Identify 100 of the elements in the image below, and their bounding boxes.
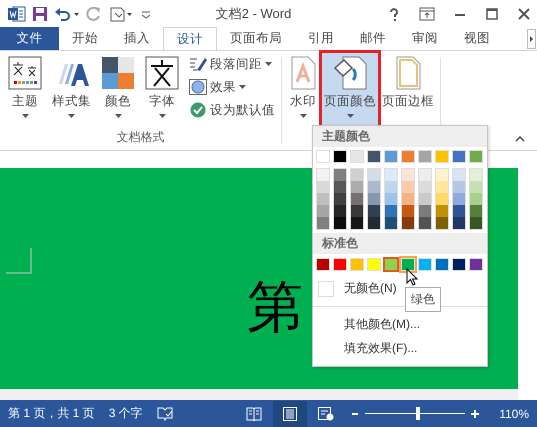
section-header: 标准色 (313, 233, 487, 254)
color-swatch[interactable] (317, 205, 329, 217)
color-swatch[interactable] (436, 169, 448, 181)
effects-icon (189, 79, 207, 95)
menu-item[interactable]: 填充效果(F)... (344, 340, 418, 357)
color-swatch[interactable] (385, 205, 397, 217)
menu-item[interactable]: 其他颜色(M)... (344, 316, 420, 333)
color-swatch[interactable] (402, 181, 414, 193)
color-swatch[interactable] (351, 193, 363, 205)
color-swatch[interactable] (470, 217, 482, 229)
color-swatch[interactable] (334, 169, 346, 181)
color-swatch[interactable] (368, 217, 380, 229)
color-swatch[interactable] (317, 217, 329, 229)
paint-bucket-icon (333, 56, 367, 90)
color-swatch[interactable] (368, 193, 380, 205)
color-swatch[interactable] (436, 193, 448, 205)
theme-icon (8, 56, 42, 90)
zoom-level[interactable]: 110% (499, 406, 529, 420)
color-swatch[interactable] (351, 217, 363, 229)
color-swatch[interactable] (317, 181, 329, 193)
page-count[interactable]: 第 1 页，共 1 页 (8, 405, 95, 422)
color-swatch[interactable] (351, 205, 363, 217)
color-swatch[interactable] (453, 169, 465, 181)
save-icon[interactable] (32, 6, 48, 22)
proofing-icon[interactable] (156, 406, 173, 420)
color-swatch[interactable] (385, 193, 397, 205)
help-icon[interactable] (387, 6, 401, 20)
ribbon-button[interactable]: 字体 (141, 53, 183, 122)
color-swatch[interactable] (470, 181, 482, 193)
print-layout-icon (282, 406, 298, 420)
ribbon-tab[interactable]: 设计 (163, 27, 217, 50)
color-swatch[interactable] (317, 169, 329, 181)
color-swatch[interactable] (334, 193, 346, 205)
color-swatch[interactable] (402, 217, 414, 229)
zoom-in-icon[interactable] (471, 410, 480, 418)
color-swatch[interactable] (385, 217, 397, 229)
empty-swatch (318, 280, 334, 296)
color-swatch[interactable] (385, 169, 397, 181)
ribbon-button[interactable]: 段落间距 (187, 53, 277, 75)
color-swatch[interactable] (470, 193, 482, 205)
color-swatch[interactable] (436, 205, 448, 217)
ribbon-display-icon[interactable] (419, 6, 435, 20)
tooltip: 绿色 (405, 287, 441, 312)
ribbon-button[interactable]: 水印 (286, 53, 320, 122)
maximize-icon[interactable] (485, 6, 499, 20)
color-swatch[interactable] (419, 181, 431, 193)
color-swatch[interactable] (453, 205, 465, 217)
color-swatch[interactable] (470, 205, 482, 217)
color-swatch[interactable] (402, 205, 414, 217)
color-swatch[interactable] (419, 193, 431, 205)
color-swatch[interactable] (334, 205, 346, 217)
ribbon-button[interactable]: 页面边框 (380, 53, 436, 113)
caret-icon (346, 113, 354, 119)
fonts-icon (145, 56, 179, 90)
color-swatch[interactable] (436, 217, 448, 229)
color-swatch[interactable] (351, 181, 363, 193)
color-swatch[interactable] (368, 181, 380, 193)
touch-mode-icon[interactable] (108, 6, 134, 22)
color-swatch[interactable] (317, 193, 329, 205)
caret-icon (300, 113, 306, 119)
ribbon-button[interactable]: 样式集 (48, 53, 95, 122)
group-label: 文档格式 (116, 129, 164, 146)
color-swatch[interactable] (419, 217, 431, 229)
caret-icon (68, 113, 75, 119)
window-title: 文档2 - Word (214, 4, 292, 22)
color-swatch[interactable] (334, 181, 346, 193)
pointer-icon (406, 268, 418, 286)
color-swatch[interactable] (384, 258, 398, 271)
redo-icon[interactable] (86, 6, 102, 22)
color-swatch[interactable] (453, 193, 465, 205)
caret-icon (114, 113, 122, 119)
color-swatch[interactable] (419, 169, 431, 181)
color-swatch[interactable] (470, 169, 482, 181)
ribbon-button[interactable]: 主题 (4, 53, 46, 122)
color-swatch[interactable] (402, 193, 414, 205)
scroll-right-icon[interactable] (527, 28, 536, 48)
color-swatch[interactable] (402, 169, 414, 181)
color-swatch[interactable] (385, 181, 397, 193)
ribbon-button[interactable]: 页面颜色 (322, 53, 378, 127)
ribbon-button[interactable]: 颜色 (97, 53, 139, 122)
view-button[interactable] (273, 400, 308, 426)
ribbon-button[interactable]: 效果 (187, 76, 277, 98)
color-swatch[interactable] (351, 169, 363, 181)
word-count[interactable]: 3 个字 (108, 405, 143, 422)
paragraph-spacing-icon (189, 56, 207, 72)
color-swatch[interactable] (436, 181, 448, 193)
color-swatch[interactable] (334, 217, 346, 229)
color-swatch[interactable] (368, 169, 380, 181)
color-swatch[interactable] (453, 181, 465, 193)
collapse-ribbon-icon[interactable] (515, 135, 525, 142)
close-icon[interactable] (517, 6, 531, 20)
web-layout-icon (318, 406, 334, 420)
color-swatch[interactable] (368, 205, 380, 217)
word-icon[interactable] (8, 6, 26, 22)
menu-item[interactable]: 无颜色(N) (344, 280, 397, 297)
ribbon-tab[interactable]: 文件 (0, 27, 59, 50)
color-swatch[interactable] (453, 217, 465, 229)
undo-icon[interactable] (54, 6, 80, 22)
color-swatch[interactable] (419, 205, 431, 217)
ribbon-button[interactable]: 设为默认值 (187, 99, 277, 121)
